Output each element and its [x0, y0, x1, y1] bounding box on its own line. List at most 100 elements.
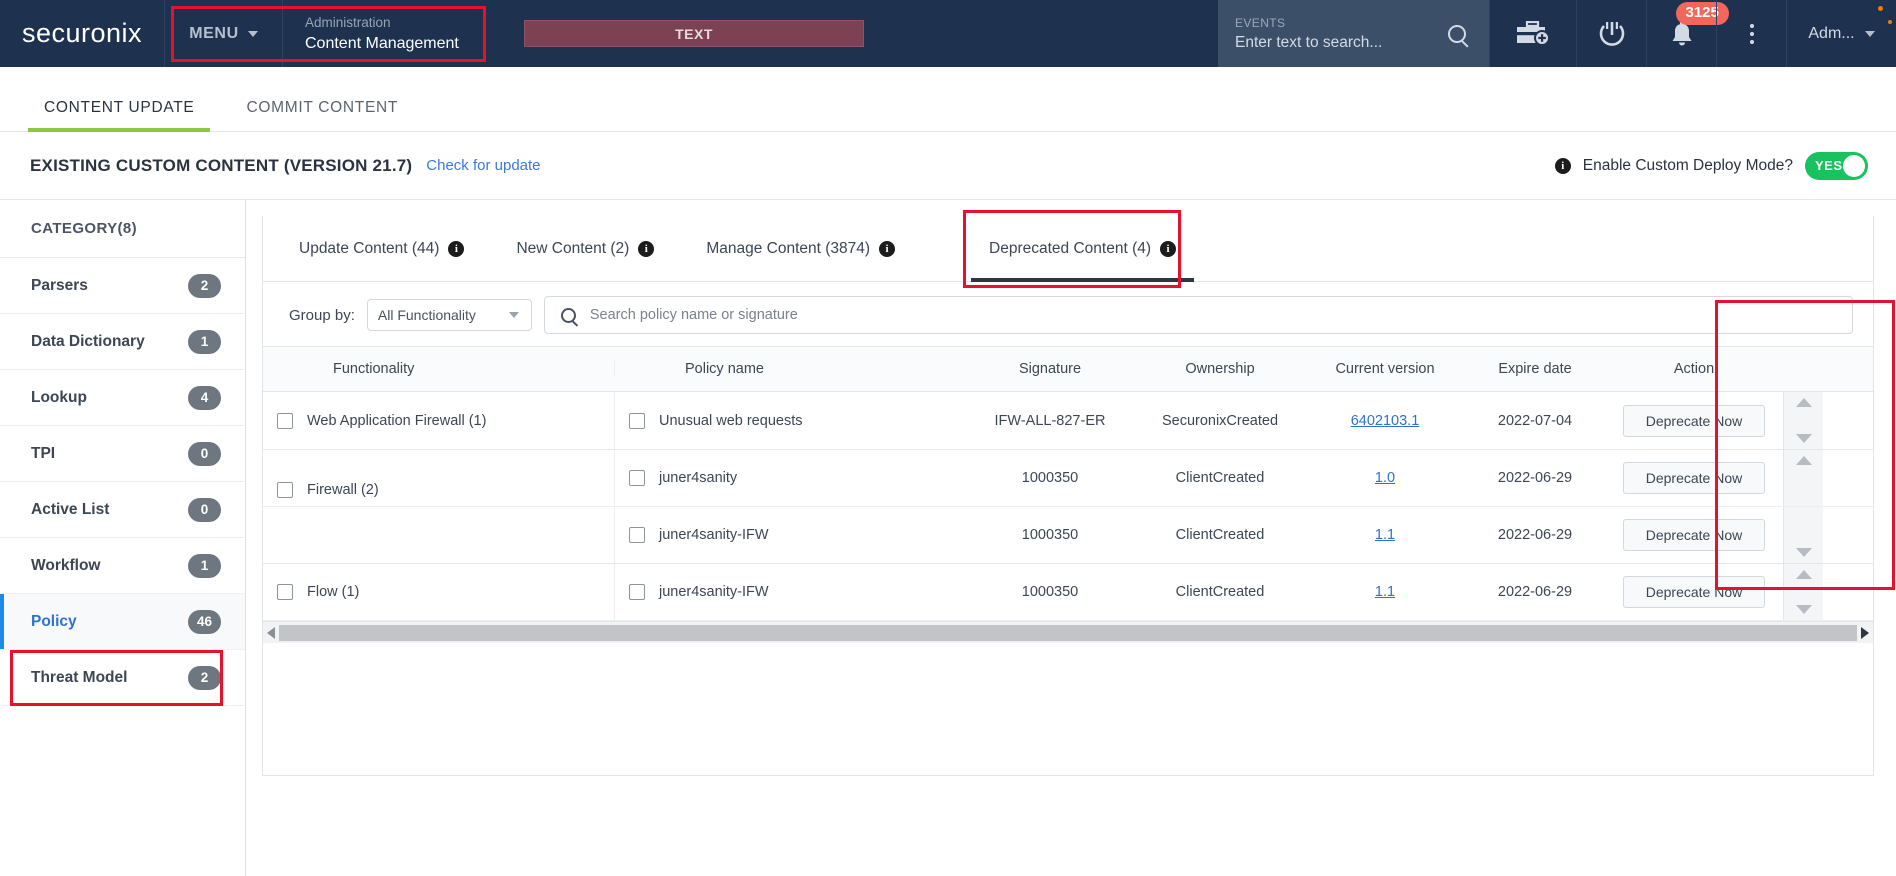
row-scroll-controls[interactable]	[1783, 507, 1823, 563]
column-label: Action	[1673, 361, 1715, 377]
sidebar-item-count: 0	[188, 497, 221, 522]
info-icon[interactable]: i	[879, 240, 896, 257]
cell-expire-date: 2022-06-29	[1497, 470, 1573, 486]
tab-commit-content[interactable]: COMMIT CONTENT	[230, 99, 414, 131]
filter-row: Group by: All Functionality Search polic…	[263, 282, 1873, 346]
briefcase-add-button[interactable]	[1489, 0, 1576, 67]
deploy-mode-toggle[interactable]: YES	[1805, 151, 1868, 180]
sidebar-item-label: Threat Model	[31, 668, 128, 686]
cell-signature: 1000350	[1021, 470, 1079, 486]
row-checkbox[interactable]	[629, 527, 645, 543]
group-by-value: All Functionality	[377, 307, 476, 323]
global-search-button[interactable]	[1425, 0, 1489, 67]
global-search-input[interactable]: EVENTS Enter text to search...	[1218, 0, 1425, 67]
sidebar-item-parsers[interactable]: Parsers 2	[0, 258, 245, 314]
cell-current-version: 1.0	[1305, 450, 1465, 506]
scroll-down-icon[interactable]	[1795, 548, 1812, 557]
info-icon[interactable]: i	[1554, 157, 1571, 174]
functionality-label: Firewall (2)	[307, 482, 379, 498]
version-link[interactable]: 1.1	[1375, 527, 1395, 543]
deprecated-content-table: Functionality Policy name Signature Owne…	[263, 346, 1873, 643]
scroll-up-icon[interactable]	[1795, 398, 1812, 407]
tab-new-content[interactable]: New Content (2) i	[490, 216, 680, 281]
notifications-button[interactable]: 3125	[1646, 0, 1729, 67]
info-icon[interactable]: i	[1160, 240, 1177, 257]
kebab-menu-icon	[1749, 23, 1754, 44]
sidebar-item-threat-model[interactable]: Threat Model 2	[0, 650, 245, 706]
policy-search-field[interactable]: Search policy name or signature	[543, 296, 1853, 334]
more-options-button[interactable]	[1716, 0, 1786, 67]
power-button[interactable]	[1576, 0, 1646, 67]
row-scroll-controls[interactable]	[1783, 450, 1823, 506]
row-group-checkbox[interactable]	[277, 584, 293, 600]
sidebar-item-label: Policy	[31, 612, 77, 630]
row-checkbox[interactable]	[629, 584, 645, 600]
tab-deprecated-content[interactable]: Deprecated Content (4) i	[963, 216, 1202, 282]
user-menu-button[interactable]: Adm...	[1786, 0, 1896, 67]
deprecate-now-button[interactable]: Deprecate Now	[1623, 519, 1765, 551]
row-scroll-controls[interactable]	[1783, 392, 1823, 449]
version-link[interactable]: 6402103.1	[1351, 413, 1420, 429]
table-row: juner4sanity-IFW 1000350 ClientCreated 1…	[263, 507, 1873, 564]
info-icon[interactable]: i	[448, 240, 465, 257]
cell-action: Deprecate Now	[1605, 392, 1783, 449]
table-header-row: Functionality Policy name Signature Owne…	[263, 346, 1873, 392]
page-title: EXISTING CUSTOM CONTENT (VERSION 21.7)	[30, 155, 413, 175]
brand-logo-text: securonix	[21, 18, 143, 48]
page-body: CATEGORY(8) Parsers 2 Data Dictionary 1 …	[0, 200, 1896, 876]
sidebar-item-label: Parsers	[31, 276, 88, 294]
search-icon	[1448, 24, 1466, 43]
row-checkbox[interactable]	[629, 470, 645, 486]
scroll-right-icon[interactable]	[1861, 626, 1869, 639]
main-menu-button[interactable]: MENU	[165, 0, 283, 67]
scroll-left-icon[interactable]	[267, 626, 275, 639]
tab-content-update-label: CONTENT UPDATE	[44, 99, 195, 116]
cell-expire-date: 2022-06-29	[1497, 584, 1573, 600]
cell-signature: 1000350	[1021, 527, 1079, 543]
cell-current-version: 1.1	[1305, 507, 1465, 563]
tab-commit-content-label: COMMIT CONTENT	[246, 99, 399, 116]
row-scroll-controls[interactable]	[1783, 564, 1823, 620]
scroll-down-icon[interactable]	[1795, 434, 1812, 443]
deprecate-now-button[interactable]: Deprecate Now	[1623, 576, 1765, 608]
check-for-update-link[interactable]: Check for update	[426, 157, 540, 174]
row-group-checkbox[interactable]	[277, 482, 293, 498]
column-header-action: Action	[1605, 361, 1783, 377]
brand-logo[interactable]: securonix	[0, 0, 1892, 67]
scroll-up-icon[interactable]	[1795, 456, 1812, 465]
version-link[interactable]: 1.1	[1375, 584, 1395, 600]
category-heading: CATEGORY(8)	[0, 200, 245, 258]
breadcrumb: Administration Content Management	[283, 0, 479, 67]
sidebar-item-lookup[interactable]: Lookup 4	[0, 370, 245, 426]
sidebar-item-policy[interactable]: Policy 46	[0, 594, 245, 650]
group-by-select[interactable]: All Functionality	[366, 299, 532, 331]
policy-name-label: juner4sanity-IFW	[659, 584, 769, 600]
horizontal-scrollbar[interactable]	[263, 621, 1873, 643]
scrollbar-thumb[interactable]	[279, 624, 1857, 641]
sidebar-item-workflow[interactable]: Workflow 1	[0, 538, 245, 594]
version-link[interactable]: 1.0	[1375, 470, 1395, 486]
tab-content-update[interactable]: CONTENT UPDATE	[28, 99, 211, 132]
sidebar-item-count: 0	[188, 441, 221, 466]
deprecate-now-button[interactable]: Deprecate Now	[1623, 462, 1765, 494]
briefcase-add-icon	[1516, 20, 1550, 46]
cell-signature: 1000350	[1021, 584, 1079, 600]
tab-update-content[interactable]: Update Content (44) i	[273, 216, 490, 281]
info-icon[interactable]: i	[638, 240, 655, 257]
sidebar-item-data-dictionary[interactable]: Data Dictionary 1	[0, 314, 245, 370]
column-header-policy-name: Policy name	[615, 361, 965, 377]
row-group-checkbox[interactable]	[277, 412, 293, 429]
breadcrumb-current: Content Management	[305, 35, 459, 52]
sidebar-item-label: Lookup	[31, 388, 87, 406]
sidebar-item-label: Workflow	[31, 556, 101, 574]
sidebar-item-active-list[interactable]: Active List 0	[0, 482, 245, 538]
deprecate-now-button[interactable]: Deprecate Now	[1623, 404, 1765, 437]
sidebar-item-tpi[interactable]: TPI 0	[0, 426, 245, 482]
scroll-down-icon[interactable]	[1795, 605, 1812, 614]
cell-policy-name: juner4sanity-IFW	[615, 507, 965, 563]
scroll-up-icon[interactable]	[1795, 570, 1812, 579]
row-checkbox[interactable]	[629, 412, 645, 429]
sidebar-item-label: Data Dictionary	[31, 332, 145, 350]
tab-manage-content[interactable]: Manage Content (3874) i	[680, 216, 921, 281]
